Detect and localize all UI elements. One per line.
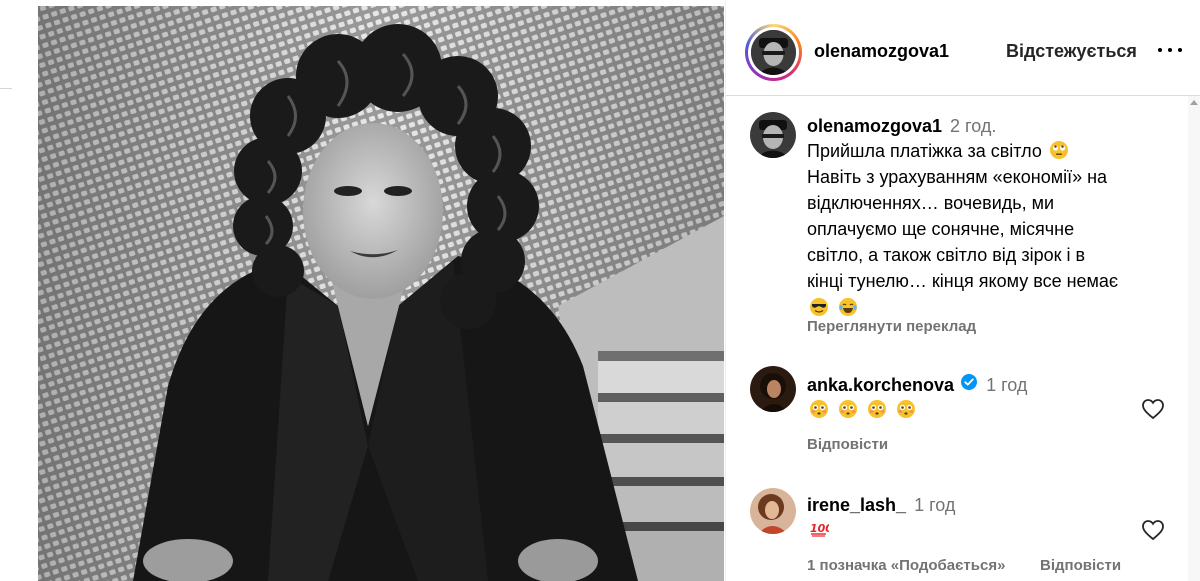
comment-username[interactable]: anka.korchenova	[807, 375, 954, 396]
flushed-face-emoji	[897, 400, 916, 418]
follow-status-button[interactable]: Відстежується	[1006, 41, 1137, 62]
caption-text: Прийшла платіжка за світло Навіть з урах…	[807, 138, 1157, 321]
comment-meta: irene_lash_ 1 год	[807, 495, 955, 516]
more-options-icon[interactable]	[1156, 36, 1184, 64]
comment-meta: anka.korchenova 1 год	[807, 373, 1027, 396]
caption-line: оплачуємо ще сонячне, місячне	[807, 219, 1075, 239]
commenter-avatar[interactable]	[750, 488, 796, 534]
caption-line: Навіть з урахуванням «економії» на	[807, 167, 1108, 187]
svg-text:100: 100	[810, 522, 829, 535]
comments-scrollbar[interactable]	[1188, 96, 1200, 581]
flushed-face-emoji	[868, 400, 887, 418]
comment-username[interactable]: irene_lash_	[807, 495, 906, 516]
caption-line: відключеннях… вочевидь, ми	[807, 193, 1055, 213]
caption-line: Прийшла платіжка за світло	[807, 141, 1042, 161]
commenter-avatar[interactable]	[750, 366, 796, 412]
edge-divider	[0, 88, 12, 89]
face-with-tears-of-joy-emoji	[839, 298, 858, 316]
caption-line: кінці тунелю… кінця якому все немає	[807, 271, 1119, 291]
caption-line: світло, а також світло від зірок і в	[807, 245, 1086, 265]
likes-count-link[interactable]: 1 позначка «Подобається»	[807, 557, 1005, 574]
verified-badge-icon	[961, 374, 978, 390]
reply-button[interactable]: Відповісти	[807, 436, 888, 453]
reply-button[interactable]: Відповісти	[1040, 557, 1121, 574]
post-header: olenamozgova1 Відстежується	[726, 6, 1200, 96]
comment-timestamp[interactable]: 1 год	[914, 495, 955, 516]
caption-username[interactable]: olenamozgova1	[807, 116, 942, 137]
face-with-rolling-eyes-emoji	[1049, 141, 1068, 159]
caption-timestamp[interactable]: 2 год.	[950, 116, 996, 137]
heart-outline-icon[interactable]	[1141, 519, 1165, 541]
scroll-up-arrow-icon[interactable]	[1190, 100, 1198, 105]
caption-meta: olenamozgova1 2 год.	[807, 116, 996, 137]
comment-timestamp[interactable]: 1 год	[986, 375, 1027, 396]
author-username[interactable]: olenamozgova1	[814, 41, 949, 62]
hundred-points-emoji: 100	[810, 522, 829, 537]
post-photo	[38, 6, 724, 581]
smiling-face-with-sunglasses-emoji	[810, 298, 828, 316]
heart-outline-icon[interactable]	[1141, 398, 1165, 420]
post-details-panel: olenamozgova1 Відстежується olenamozgova…	[725, 0, 1200, 581]
see-translation-link[interactable]: Переглянути переклад	[807, 318, 976, 335]
author-avatar[interactable]	[745, 24, 802, 81]
caption-avatar[interactable]	[750, 112, 796, 158]
comment-text	[807, 398, 918, 422]
flushed-face-emoji	[810, 400, 828, 418]
comment-text: 100	[807, 517, 831, 541]
flushed-face-emoji	[839, 400, 858, 418]
